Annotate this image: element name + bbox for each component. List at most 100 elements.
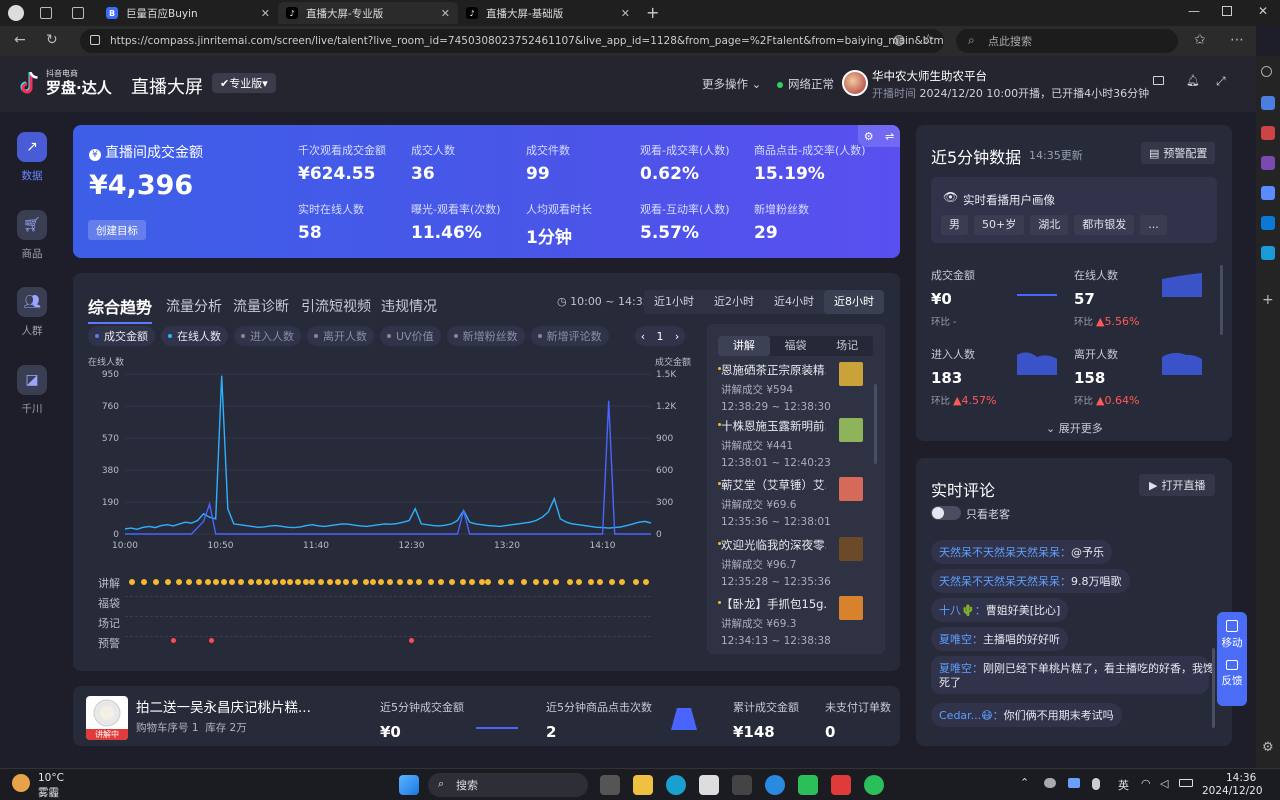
explain-marker[interactable] [213, 579, 219, 585]
explain-marker[interactable] [597, 579, 603, 585]
close-window-icon[interactable]: ✕ [1258, 4, 1268, 18]
range-2h[interactable]: 近2小时 [704, 290, 764, 314]
explain-marker[interactable] [256, 579, 262, 585]
product-image[interactable]: 讲解中 [86, 696, 128, 740]
bell-icon[interactable]: 🔔︎ [1186, 74, 1200, 87]
nav-item-qianchuan[interactable]: ◪ 千川 [0, 365, 64, 416]
browser-tab-buyin[interactable]: B 巨量百应Buyin ✕ [98, 2, 278, 24]
explain-marker[interactable] [460, 579, 466, 585]
nav-item-data[interactable]: ↗ 数据 [0, 132, 64, 183]
wechat-work-icon[interactable] [798, 775, 818, 795]
new-tab-icon[interactable]: + [646, 3, 659, 22]
alert-marker[interactable] [209, 638, 214, 643]
explain-marker[interactable] [543, 579, 549, 585]
comment-user[interactable]: 天然呆不天然呆天然呆呆： [939, 575, 1071, 588]
explain-item[interactable]: 十株恩施玉露新明前... 讲解成交 ¥441 12:38:01 ~ 12:40:23 [718, 418, 871, 469]
open-live-button[interactable]: ▶ 打开直播 [1139, 474, 1216, 496]
toolbox-icon[interactable] [1261, 126, 1275, 140]
explain-marker[interactable] [407, 579, 413, 585]
explain-marker[interactable] [428, 579, 434, 585]
explain-marker[interactable] [588, 579, 594, 585]
explain-item[interactable]: 蕲艾堂（艾草锤）艾... 讲解成交 ¥69.6 12:35:36 ~ 12:38:0… [718, 477, 871, 528]
explain-marker[interactable] [485, 579, 491, 585]
comment-user[interactable]: 夏唯空： [939, 633, 983, 646]
explain-marker[interactable] [576, 579, 582, 585]
explain-marker[interactable] [397, 579, 403, 585]
explain-item[interactable]: 欢迎光临我的深夜零... 讲解成交 ¥96.7 12:35:28 ~ 12:35:3… [718, 537, 871, 588]
back-icon[interactable]: ← [14, 32, 26, 48]
explain-marker[interactable] [287, 579, 293, 585]
explain-marker[interactable] [352, 579, 358, 585]
profile-icon[interactable] [8, 5, 24, 21]
explain-marker[interactable] [176, 579, 182, 585]
copilot-icon[interactable] [1261, 186, 1275, 200]
explain-marker[interactable] [533, 579, 539, 585]
comment-user[interactable]: Cedar...😷： [939, 709, 1004, 722]
wechat-icon[interactable] [864, 775, 884, 795]
chip-leave[interactable]: 离开人数 [307, 326, 374, 346]
maximize-icon[interactable] [1222, 6, 1232, 16]
product-name[interactable]: 拍二送一吴永昌庆记桃片糕... [136, 696, 311, 716]
outlook-icon[interactable] [1261, 216, 1275, 230]
explain-marker[interactable] [553, 579, 559, 585]
battery-icon[interactable] [1179, 779, 1193, 787]
alert-config-button[interactable]: ▤ 预警配置 [1141, 142, 1216, 164]
edge-icon[interactable] [666, 775, 686, 795]
old-customer-toggle[interactable] [931, 506, 961, 520]
red-app-icon[interactable] [831, 775, 851, 795]
windows-start-icon[interactable] [399, 775, 419, 795]
portrait-more[interactable]: ... [1140, 215, 1167, 235]
tab-diagnosis[interactable]: 流量诊断 [233, 296, 289, 316]
range-4h[interactable]: 近4小时 [764, 290, 824, 314]
more-ops-menu[interactable]: 更多操作 ⌄ [702, 76, 761, 92]
ime-lang[interactable]: 英 [1118, 777, 1129, 793]
edition-select[interactable]: ✔ 专业版 ▾ [212, 73, 276, 93]
search-input[interactable]: ⌕ 点此搜索 [956, 29, 1178, 53]
volume-icon[interactable]: ◁ [1160, 777, 1168, 790]
explain-marker[interactable] [272, 579, 278, 585]
explain-marker[interactable] [141, 579, 147, 585]
tray-chevron-icon[interactable]: ⌃ [1020, 776, 1029, 789]
explain-marker[interactable] [609, 579, 615, 585]
menu-icon[interactable]: ⋯ [1230, 32, 1244, 48]
screen-icon[interactable] [1153, 76, 1164, 85]
explain-marker[interactable] [186, 579, 192, 585]
explain-marker[interactable] [567, 579, 573, 585]
nav-item-audience[interactable]: 👥︎ 人群 [0, 287, 64, 338]
sync-icon[interactable] [1068, 778, 1080, 788]
tab-explain[interactable]: 讲解 [718, 336, 770, 356]
explain-marker[interactable] [343, 579, 349, 585]
explain-marker[interactable] [264, 579, 270, 585]
swap-icon[interactable]: ⇌ [885, 130, 894, 143]
store-icon[interactable] [699, 775, 719, 795]
extension-icon[interactable]: ◍ [893, 32, 905, 48]
tab-short-video[interactable]: 引流短视频 [301, 296, 371, 316]
explain-marker[interactable] [165, 579, 171, 585]
explain-marker[interactable] [449, 579, 455, 585]
tab-log[interactable]: 场记 [821, 336, 873, 356]
explain-marker[interactable] [327, 579, 333, 585]
browser-tab-basic[interactable]: ♪ 直播大屏-基础版 ✕ [458, 2, 638, 24]
alert-marker[interactable] [409, 638, 414, 643]
url-field[interactable]: https://compass.jinritemai.com/screen/li… [80, 29, 944, 53]
games-icon[interactable] [1261, 156, 1275, 170]
app-icon[interactable] [732, 775, 752, 795]
explain-marker[interactable] [521, 579, 527, 585]
tab-overview[interactable]: 综合趋势 [88, 294, 153, 324]
chip-uv[interactable]: UV价值 [380, 326, 441, 346]
explain-marker[interactable] [363, 579, 369, 585]
tab-lucky-bag[interactable]: 福袋 [770, 336, 822, 356]
move-button[interactable]: 移动 [1217, 612, 1247, 650]
nav-item-products[interactable]: 🛒︎ 商品 [0, 210, 64, 261]
explain-marker[interactable] [643, 579, 649, 585]
explain-marker[interactable] [129, 579, 135, 585]
chip-online[interactable]: 在线人数 [161, 326, 228, 346]
explain-marker[interactable] [248, 579, 254, 585]
explain-marker[interactable] [508, 579, 514, 585]
add-icon[interactable]: + [1262, 292, 1274, 308]
send-icon[interactable] [1261, 246, 1275, 260]
chevron-right-icon[interactable]: › [675, 330, 679, 343]
favorites-icon[interactable]: ✩ [1194, 32, 1206, 48]
edge-dev-icon[interactable] [765, 775, 785, 795]
tag-icon[interactable] [1261, 96, 1275, 110]
